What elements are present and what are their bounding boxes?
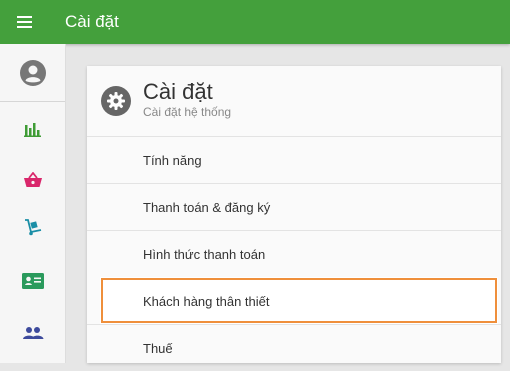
contact-card-icon bbox=[21, 273, 44, 289]
settings-item-features[interactable]: Tính năng bbox=[87, 136, 501, 183]
card-subtitle: Cài đặt hệ thống bbox=[143, 105, 232, 119]
rail-item-reports[interactable] bbox=[0, 106, 65, 152]
basket-icon bbox=[23, 172, 42, 187]
settings-item-payment-methods[interactable]: Hình thức thanh toán bbox=[87, 230, 501, 277]
settings-item-label: Thanh toán & đăng ký bbox=[143, 199, 271, 215]
rail-item-account[interactable] bbox=[0, 50, 65, 96]
gear-icon bbox=[101, 86, 131, 116]
bar-chart-icon bbox=[23, 123, 41, 137]
rail-item-staff[interactable] bbox=[0, 310, 65, 356]
account-circle-icon bbox=[19, 60, 46, 86]
settings-card-header: Cài đặt Cài đặt hệ thống bbox=[87, 66, 501, 136]
settings-item-label: Hình thức thanh toán bbox=[143, 246, 266, 262]
settings-item-label: Thuế bbox=[143, 340, 173, 356]
app-header: Cài đặt bbox=[0, 0, 510, 44]
hand-truck-icon bbox=[24, 219, 41, 236]
rail-item-customers[interactable] bbox=[0, 258, 65, 304]
settings-item-loyal-customers[interactable]: Khách hàng thân thiết bbox=[100, 277, 498, 324]
settings-item-billing[interactable]: Thanh toán & đăng ký bbox=[87, 183, 501, 230]
settings-list: Tính năng Thanh toán & đăng ký Hình thức… bbox=[87, 136, 501, 371]
rail-divider bbox=[0, 101, 65, 102]
card-title: Cài đặt bbox=[143, 79, 213, 104]
side-rail bbox=[0, 44, 66, 363]
menu-icon[interactable] bbox=[16, 12, 36, 32]
settings-item-label: Khách hàng thân thiết bbox=[143, 293, 270, 309]
settings-item-tax[interactable]: Thuế bbox=[87, 324, 501, 371]
rail-item-sales[interactable] bbox=[0, 157, 65, 203]
settings-card: Cài đặt Cài đặt hệ thống Tính năng Thanh… bbox=[87, 66, 501, 363]
settings-item-label: Tính năng bbox=[143, 152, 202, 168]
page-title: Cài đặt bbox=[65, 12, 119, 31]
rail-item-delivery[interactable] bbox=[0, 204, 65, 250]
people-icon bbox=[22, 327, 43, 339]
